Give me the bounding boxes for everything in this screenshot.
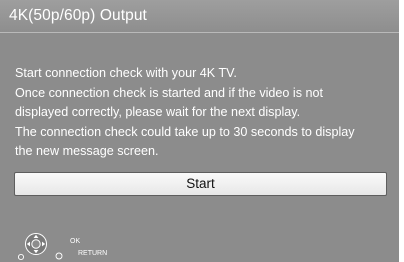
right-margin bbox=[399, 0, 404, 262]
message-line: Once connection check is started and if … bbox=[15, 85, 324, 100]
navigation-hint: OK RETURN bbox=[18, 232, 108, 262]
dialog-screen: 4K(50p/60p) Output Start connection chec… bbox=[0, 0, 399, 262]
message-line: displayed correctly, please wait for the… bbox=[15, 105, 301, 119]
message-line: The connection check could take up to 30… bbox=[15, 124, 355, 139]
title-bar: 4K(50p/60p) Output bbox=[0, 0, 399, 33]
start-button[interactable]: Start bbox=[14, 172, 387, 196]
ok-label: OK bbox=[70, 238, 81, 245]
message-line: the new message screen. bbox=[15, 144, 159, 158]
dialog-title: 4K(50p/60p) Output bbox=[9, 7, 147, 24]
instruction-message: Start connection check with your 4K TV. … bbox=[15, 64, 390, 162]
return-label: RETURN bbox=[78, 250, 108, 257]
dpad-icon bbox=[18, 233, 63, 261]
message-line: Start connection check with your 4K TV. bbox=[15, 66, 237, 80]
